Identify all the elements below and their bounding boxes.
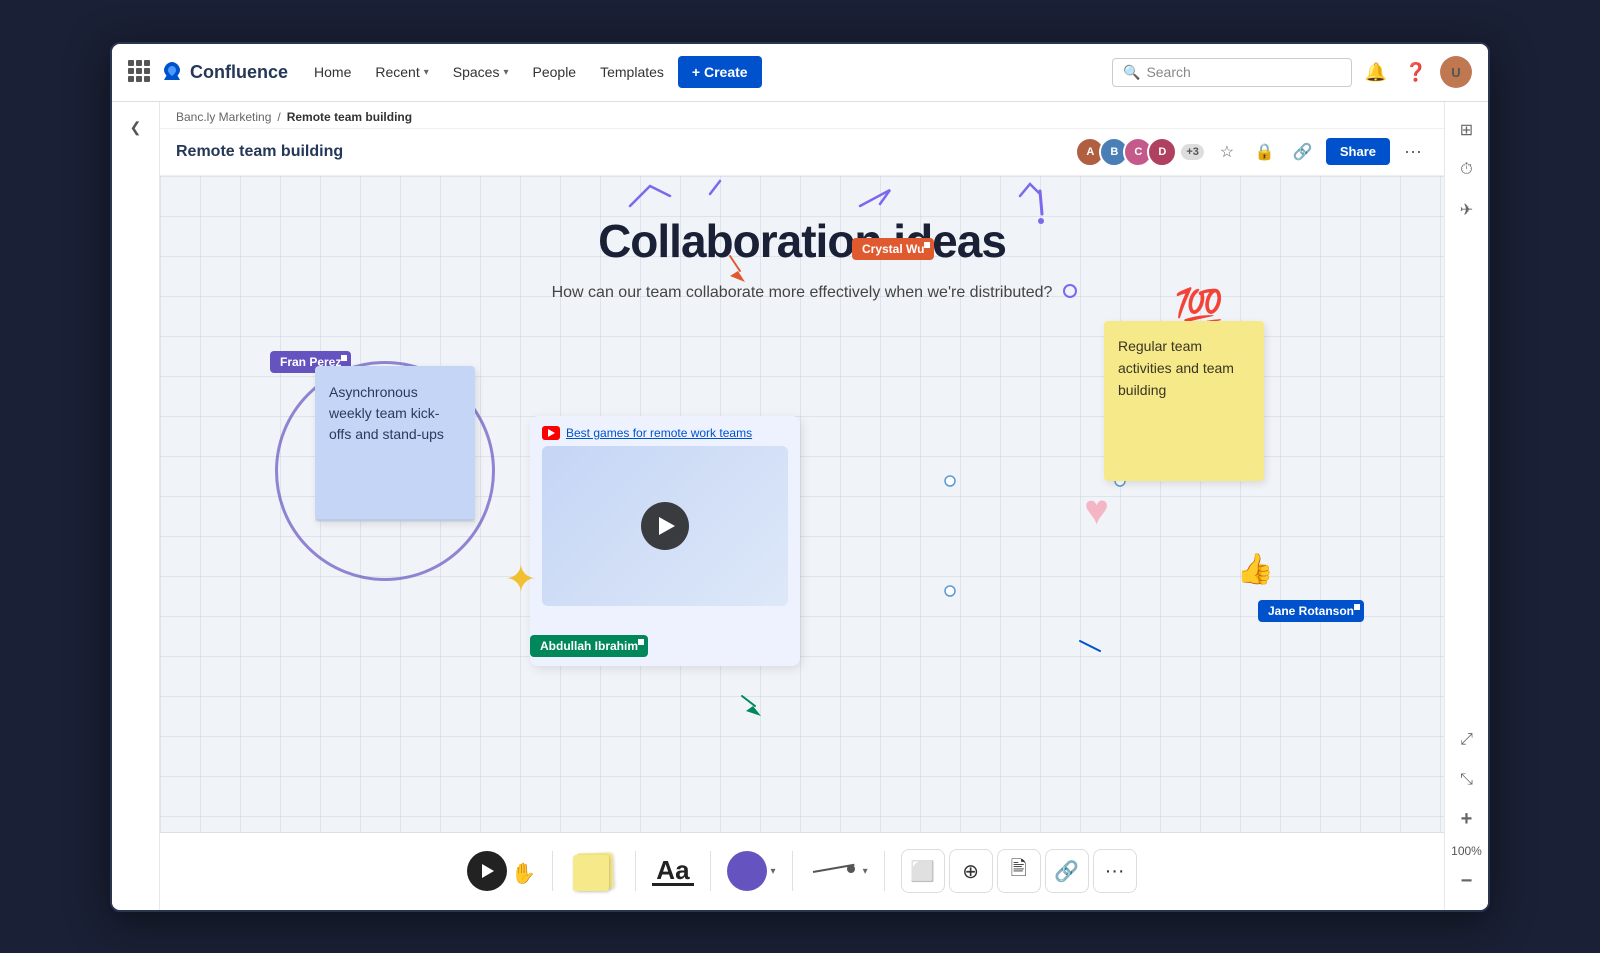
toolbar-divider-4: [792, 851, 793, 891]
restrict-button[interactable]: 🔒: [1250, 137, 1280, 167]
layout-icon[interactable]: ⊞: [1451, 114, 1483, 146]
help-button[interactable]: ❓: [1400, 56, 1432, 88]
sticky-note-blue[interactable]: Asynchronous weekly team kick-offs and s…: [315, 366, 475, 521]
star-button[interactable]: ☆: [1212, 137, 1242, 167]
expand-icon[interactable]: ⤢: [1451, 724, 1483, 756]
stamp-tool[interactable]: 🖹: [997, 849, 1041, 893]
user-label-abdullah: Abdullah Ibrahim: [530, 635, 648, 657]
youtube-icon: [542, 426, 560, 440]
canvas-area[interactable]: Collaboration ideas How can our team col…: [160, 176, 1444, 832]
toolbar-sticky: [561, 849, 627, 893]
avatar-count: +3: [1181, 144, 1204, 160]
navbar: Confluence Home Recent ▾ Spaces ▾ People…: [112, 44, 1488, 102]
link-button[interactable]: 🔗: [1288, 137, 1318, 167]
user-avatar[interactable]: U: [1440, 56, 1472, 88]
page-header: Remote team building A B C D +3 ☆ 🔒 🔗 Sh…: [160, 129, 1444, 176]
text-tool[interactable]: Aa: [652, 857, 693, 886]
page-header-right: A B C D +3 ☆ 🔒 🔗 Share ···: [1075, 137, 1428, 167]
app-name: Confluence: [190, 62, 288, 83]
toolbar-divider-1: [552, 851, 553, 891]
video-thumbnail[interactable]: [542, 446, 788, 606]
notification-button[interactable]: 🔔: [1360, 56, 1392, 88]
compress-icon[interactable]: ⤡: [1451, 764, 1483, 796]
zoom-level: 100%: [1451, 844, 1482, 858]
link-tool[interactable]: 🔗: [1045, 849, 1089, 893]
video-card-title[interactable]: Best games for remote work teams: [566, 426, 752, 440]
image-tool[interactable]: ⊕: [949, 849, 993, 893]
toolbar-text: Aa: [644, 857, 701, 886]
shape-tool[interactable]: [727, 851, 767, 891]
share-button[interactable]: Share: [1326, 138, 1390, 165]
video-card-header: Best games for remote work teams: [530, 416, 800, 446]
main-canvas-wrapper: Banc.ly Marketing / Remote team building…: [160, 102, 1444, 910]
line-dropdown-arrow[interactable]: ▾: [863, 866, 868, 877]
nav-home[interactable]: Home: [304, 58, 361, 86]
shape-dropdown-arrow[interactable]: ▾: [771, 866, 776, 877]
search-placeholder: Search: [1146, 64, 1190, 80]
nav-links: Home Recent ▾ Spaces ▾ People Templates …: [304, 56, 1104, 88]
nav-right: 🔍 Search 🔔 ❓ U: [1112, 56, 1472, 88]
canvas-subtitle: How can our team collaborate more effect…: [552, 284, 1053, 302]
toolbar-divider-2: [635, 851, 636, 891]
sidebar-toggle[interactable]: ❮: [122, 114, 150, 142]
sticky-yellow-text: Regular team activities and team buildin…: [1118, 338, 1234, 399]
more-tools-button[interactable]: ···: [1093, 849, 1137, 893]
hand-tool[interactable]: ✋: [511, 861, 536, 886]
user-label-crystal: Crystal Wu: [852, 238, 934, 260]
zoom-out-button[interactable]: −: [1451, 866, 1483, 898]
zoom-in-button[interactable]: +: [1451, 804, 1483, 836]
grid-icon[interactable]: [128, 60, 152, 84]
spaces-chevron: ▾: [503, 67, 508, 78]
star-doodle: ✦: [505, 557, 537, 602]
sticky-blue-text: Asynchronous weekly team kick-offs and s…: [329, 384, 444, 442]
line-tool[interactable]: [809, 849, 859, 893]
user-label-jane: Jane Rotanson: [1258, 600, 1364, 622]
collaborator-avatars: A B C D +3: [1075, 137, 1204, 167]
sticky-note-yellow[interactable]: Regular team activities and team buildin…: [1104, 321, 1264, 481]
left-sidebar: ❮: [112, 102, 160, 910]
video-play-button[interactable]: [641, 502, 689, 550]
toolbar-divider-5: [884, 851, 885, 891]
breadcrumb-bar: Banc.ly Marketing / Remote team building: [160, 102, 1444, 129]
more-options-button[interactable]: ···: [1398, 137, 1428, 167]
toolbar-divider-3: [710, 851, 711, 891]
avatar-4[interactable]: D: [1147, 137, 1177, 167]
breadcrumb-parent[interactable]: Banc.ly Marketing: [176, 110, 271, 124]
video-card[interactable]: Best games for remote work teams: [530, 416, 800, 666]
toolbar-extras: ⬜ ⊕ 🖹 🔗 ···: [893, 849, 1145, 893]
breadcrumb-separator: /: [277, 110, 280, 124]
nav-spaces[interactable]: Spaces ▾: [443, 58, 519, 86]
page-title: Remote team building: [176, 143, 343, 161]
content-wrapper: ❮ Banc.ly Marketing / Remote team buildi…: [112, 102, 1488, 910]
search-icon: 🔍: [1123, 64, 1140, 81]
toolbar-line: ▾: [801, 849, 876, 893]
pin-icon[interactable]: ✈: [1451, 194, 1483, 226]
heart-doodle: ♥: [1084, 486, 1109, 534]
create-button[interactable]: + Create: [678, 56, 762, 88]
nav-people[interactable]: People: [523, 58, 587, 86]
canvas-title: Collaboration ideas: [598, 214, 1006, 268]
breadcrumb-current: Remote team building: [287, 110, 412, 124]
sticky-note-tool[interactable]: [569, 849, 619, 893]
nav-recent[interactable]: Recent ▾: [365, 58, 438, 86]
toolbar-playback: ✋: [459, 851, 544, 891]
toolbar-shape: ▾: [719, 851, 784, 891]
history-icon[interactable]: ⏱: [1451, 154, 1483, 186]
nav-templates[interactable]: Templates: [590, 58, 674, 86]
recent-chevron: ▾: [424, 67, 429, 78]
play-button[interactable]: [467, 851, 507, 891]
frame-tool[interactable]: ⬜: [901, 849, 945, 893]
right-sidebar: ⊞ ⏱ ✈ ⤢ ⤡ + 100% −: [1444, 102, 1488, 910]
app-logo[interactable]: Confluence: [160, 60, 288, 84]
search-box[interactable]: 🔍 Search: [1112, 58, 1352, 87]
bottom-toolbar: ✋ Aa ▾: [160, 832, 1444, 910]
